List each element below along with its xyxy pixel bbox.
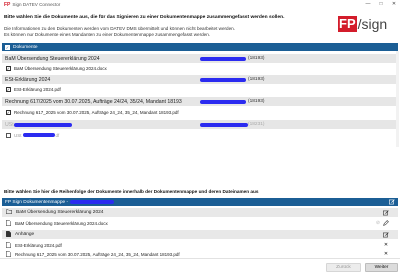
- document-checkbox[interactable]: ✓: [6, 109, 11, 115]
- document-item[interactable]: ✓ ESt-Erklärung 2024.pdf: [6, 85, 61, 93]
- window-title: Sign DATEV Connector: [12, 2, 61, 7]
- document-checkbox[interactable]: [6, 132, 11, 138]
- document-item[interactable]: USt df: [6, 131, 59, 139]
- attachment-file-row[interactable]: ESt-Erklärung 2024.pdf: [2, 241, 398, 249]
- group-label: BaM Übersendung Steuererklärung 2024: [5, 55, 100, 62]
- folder-icon: [6, 209, 12, 216]
- group-id: (18231): [248, 122, 265, 127]
- attachment-file-row[interactable]: Rechnung 617_2025 vom 30.07.2025, Aufträ…: [2, 250, 398, 258]
- brand-logo: FP /sign: [338, 14, 396, 34]
- edit-icon[interactable]: [383, 231, 389, 238]
- group-label: Rechnung 617/2025 vom 30.07.2025, Aufträ…: [5, 98, 182, 105]
- attachments-row[interactable]: Anhänge: [2, 230, 398, 239]
- redaction-bar: [200, 99, 246, 104]
- file-icon: [6, 219, 11, 227]
- footer-divider: [0, 258, 400, 259]
- file-icon: [6, 241, 11, 249]
- folder-file-label: BaM Übersendung Steuererklärung 2024.doc…: [15, 220, 108, 226]
- app-logo: FP: [4, 1, 11, 8]
- window-titlebar: FP Sign DATEV Connector — □ ✕: [0, 0, 400, 9]
- documents-scrollbar[interactable]: [396, 51, 399, 147]
- order-hint: Bitte wählen Sie hier die Reihenfolge de…: [4, 189, 259, 194]
- folder-header: FP Sign Dokumentenmappe -: [2, 198, 398, 206]
- edit-icon[interactable]: [383, 220, 389, 226]
- document-item[interactable]: ✓ BaM Übersendung Steuererklärung 2024.d…: [6, 64, 107, 72]
- file-icon: [6, 250, 11, 258]
- document-checkbox[interactable]: ✓: [6, 65, 11, 71]
- document-checkbox[interactable]: ✓: [6, 86, 11, 92]
- redaction-bar: [22, 133, 55, 137]
- attachment-file-label: Rechnung 617_2025 vom 30.07.2025, Aufträ…: [15, 251, 180, 257]
- link-icon[interactable]: ⊘: [375, 220, 381, 226]
- info-text-1: Die Informationen zu den Dokumenten werd…: [4, 26, 235, 31]
- group-id: (18193): [248, 77, 265, 82]
- document-item-label: BaM Übersendung Steuererklärung 2024.doc…: [14, 65, 107, 71]
- folder-group-row[interactable]: BaM Übersendung Steuererklärung 2024: [2, 208, 398, 217]
- document-item[interactable]: ✓ Rechnung 617_2025 vom 30.07.2025, Auft…: [6, 108, 179, 116]
- document-item-label: ESt-Erklärung 2024.pdf: [14, 86, 61, 92]
- minimize-icon[interactable]: —: [365, 1, 371, 7]
- group-id: (18193): [248, 99, 265, 104]
- close-icon[interactable]: ✕: [391, 1, 397, 7]
- attachment-file-label: ESt-Erklärung 2024.pdf: [15, 242, 62, 248]
- document-item-suffix: df: [55, 132, 60, 138]
- info-text-2: Es können nur Dokumente eines Mandanten …: [4, 32, 211, 37]
- intro-text: Bitte wählen Sie die Dokumente aus, die …: [4, 15, 285, 20]
- attachment-icon: [6, 230, 11, 239]
- group-id: (18193): [248, 56, 265, 61]
- document-item-label: USt: [14, 132, 22, 138]
- group-label: USt: [5, 121, 14, 128]
- document-item-label: Rechnung 617_2025 vom 30.07.2025, Aufträ…: [14, 109, 179, 115]
- brand-fp: FP: [338, 16, 357, 32]
- edit-icon[interactable]: [389, 199, 395, 205]
- documents-header-label: Dokumente: [13, 44, 38, 50]
- documents-header: ✓ Dokumente: [2, 43, 398, 51]
- remove-icon[interactable]: ✕: [383, 251, 389, 257]
- attachments-label: Anhänge: [15, 232, 35, 237]
- folder-header-label: FP Sign Dokumentenmappe -: [5, 199, 69, 205]
- maximize-icon[interactable]: □: [378, 1, 384, 7]
- back-button[interactable]: Zurück: [326, 263, 361, 272]
- folder-file-row[interactable]: BaM Übersendung Steuererklärung 2024.doc…: [2, 219, 398, 227]
- redaction-bar: [200, 56, 246, 61]
- brand-sign: /sign: [357, 16, 388, 32]
- folder-group-label: BaM Übersendung Steuererklärung 2024: [16, 210, 104, 215]
- redaction-bar: [200, 122, 248, 127]
- group-label: ESt-Erklärung 2024: [5, 76, 51, 83]
- next-button[interactable]: Weiter: [365, 263, 398, 272]
- select-all-checkbox[interactable]: ✓: [5, 44, 10, 50]
- redaction-bar: [14, 122, 72, 127]
- redaction-bar: [70, 200, 115, 204]
- edit-icon[interactable]: [383, 209, 389, 216]
- redaction-bar: [200, 77, 246, 82]
- remove-icon[interactable]: ✕: [383, 242, 389, 248]
